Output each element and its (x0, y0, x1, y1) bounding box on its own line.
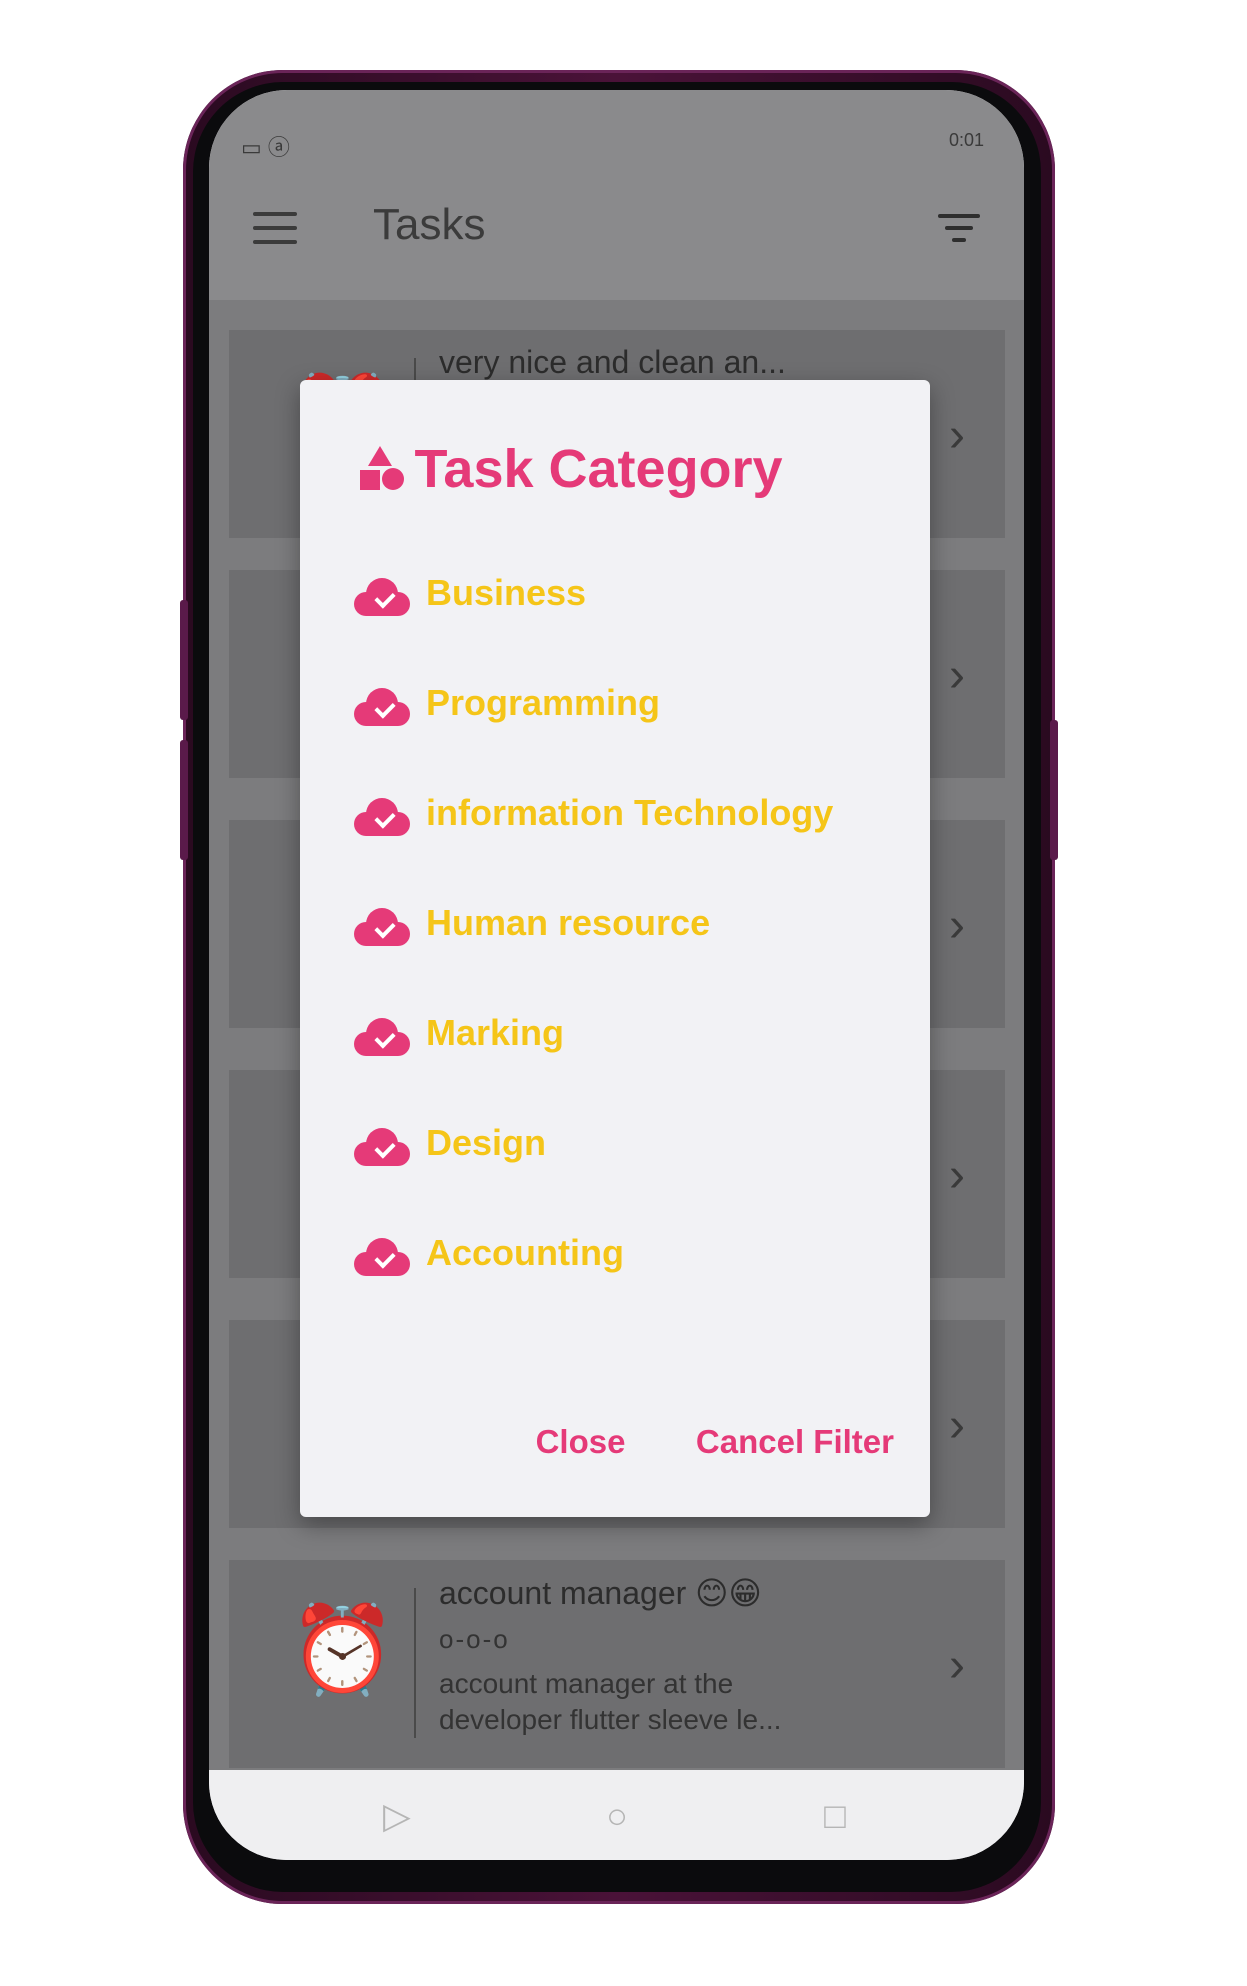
shapes-icon (360, 446, 406, 492)
task-description: account manager at the developer flutter… (439, 1668, 782, 1735)
category-label: Human resource (426, 902, 711, 943)
cloud-check-icon (354, 796, 410, 836)
dialog-title: Task Category (414, 439, 783, 499)
cloud-check-icon (354, 686, 410, 726)
chevron-right-icon[interactable]: › (949, 1148, 965, 1203)
category-label: Business (426, 572, 587, 613)
status-time: 0:01 (948, 130, 984, 150)
dialog-header: Task Category (360, 438, 783, 502)
task-title: very nice and clean an... (439, 344, 786, 380)
divider (414, 1588, 416, 1738)
cloud-check-icon (354, 1236, 410, 1276)
status-bar: ▭ ⓐ 0:01 (209, 90, 1024, 160)
cloud-check-icon (354, 576, 410, 616)
close-button[interactable]: Close (536, 1423, 626, 1460)
alarm-clock-icon: ⏰ (289, 1602, 397, 1698)
category-label: Programming (426, 682, 661, 723)
task-dots: o-o-o (439, 1624, 510, 1654)
task-title: account manager 😊😁 (439, 1575, 762, 1611)
chevron-right-icon[interactable]: › (949, 408, 965, 463)
chevron-right-icon[interactable]: › (949, 1398, 965, 1453)
volume-button (180, 600, 188, 720)
hamburger-icon[interactable] (253, 212, 297, 244)
power-button (1050, 720, 1058, 860)
cancel-filter-button[interactable]: Cancel Filter (696, 1423, 894, 1460)
category-dialog: Task Category Business Programming infor… (300, 380, 930, 1517)
chevron-right-icon[interactable]: › (949, 1638, 965, 1693)
app-bar: Tasks (209, 160, 1024, 300)
dialog-actions: Close Cancel Filter (470, 1423, 894, 1461)
back-icon[interactable]: ▷ (377, 1796, 417, 1836)
chevron-right-icon[interactable]: › (949, 648, 965, 703)
filter-icon[interactable] (938, 214, 980, 250)
category-label: information Technology (426, 792, 834, 833)
system-nav-bar: ▷ ○ □ (209, 1770, 1024, 1860)
cloud-check-icon (354, 1126, 410, 1166)
category-label: Accounting (426, 1232, 624, 1273)
category-label: Design (426, 1122, 547, 1163)
chevron-right-icon[interactable]: › (949, 898, 965, 953)
cloud-check-icon (354, 906, 410, 946)
recents-icon[interactable]: □ (815, 1796, 855, 1836)
home-icon[interactable]: ○ (597, 1796, 637, 1836)
category-label: Marking (426, 1012, 565, 1053)
page-title: Tasks (373, 200, 486, 249)
cloud-check-icon (354, 1016, 410, 1056)
status-left: ▭ ⓐ (241, 135, 290, 160)
volume-button (180, 740, 188, 860)
task-card[interactable]: ⏰ account manager 😊😁 o-o-o account manag… (229, 1560, 1005, 1768)
